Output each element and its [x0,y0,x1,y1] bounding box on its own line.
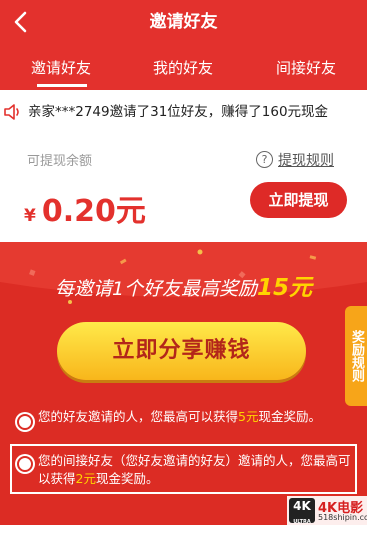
rule-text-suffix: 现金奖励。 [95,471,159,486]
promo-headline-text: 每邀请1个好友最高奖励 [54,278,258,300]
active-tab-indicator [37,84,87,87]
promo-headline-amount: 15元 [257,275,313,301]
currency-symbol: ¥ [24,206,36,226]
notice-bar: 亲家***2749邀请了31位好友，赚得了160元现金 [0,90,367,134]
rule-bullet [17,456,33,472]
watermark: 4K ULTRA HD 4K电影 518shipin.com [287,496,367,542]
notice-text: 亲家***2749邀请了31位好友，赚得了160元现金 [28,104,329,120]
withdraw-rules-label: 提现规则 [278,153,334,169]
watermark-url: 518shipin.com [318,513,367,522]
tab-indirect-friends[interactable]: 间接好友 [245,44,367,90]
promo-headline: 每邀请1个好友最高奖励15元 [0,268,367,302]
rule-amount: 2元 [75,471,96,486]
balance-value: 0.20元 [41,194,146,229]
balance-label: 可提现余额 [27,154,93,169]
tab-my-friends[interactable]: 我的好友 [122,44,244,90]
withdraw-button[interactable]: 立即提现 [250,182,347,218]
balance-amount: ¥0.20元 [24,186,146,230]
reward-rules-tab[interactable]: 奖励规则 [345,306,367,406]
share-earn-button[interactable]: 立即分享赚钱 [57,322,306,380]
rule-text-suffix: 现金奖励。 [258,409,321,424]
rule-bullet [17,414,33,430]
rule-text-prefix: 您的好友邀请的人，您最高可以获得 [38,409,239,424]
page-title: 邀请好友 [149,12,218,32]
rule-text: 您的好友邀请的人，您最高可以获得5元现金奖励。 [38,408,338,426]
rule-amount: 5元 [238,409,259,424]
watermark-logo: 4K ULTRA HD [289,498,315,542]
watermark-logo-sub: ULTRA HD [293,519,311,542]
watermark-logo-text: 4K [293,499,311,513]
rule-text: 您的间接好友（您好友邀请的好友）邀请的人，您最高可以获得2元现金奖励。 [38,452,352,488]
speaker-icon [4,104,19,120]
question-circle-icon: ? [256,151,273,168]
